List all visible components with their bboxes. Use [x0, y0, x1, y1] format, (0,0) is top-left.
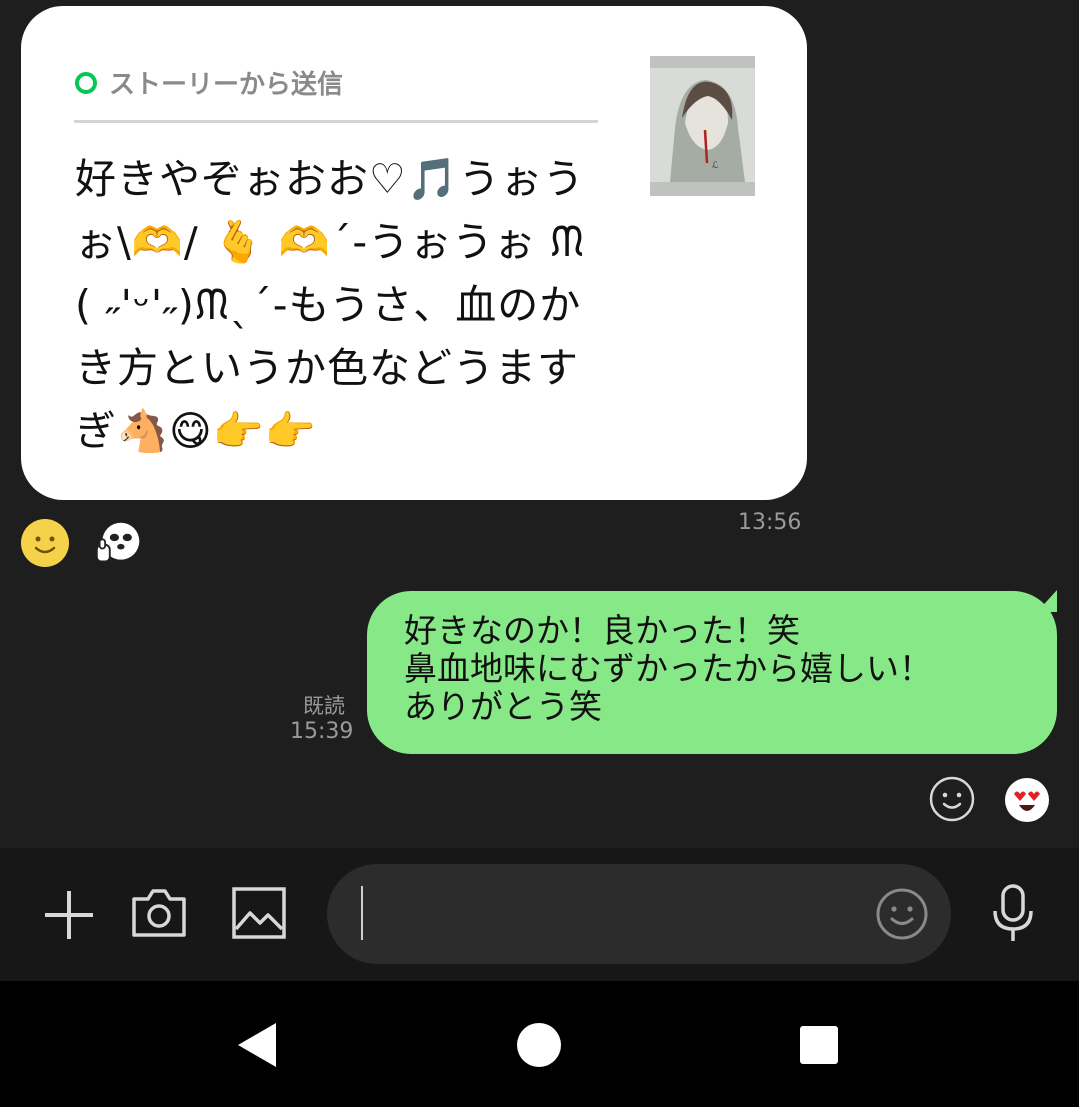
incoming-timestamp: 13:56: [738, 510, 802, 535]
plus-icon[interactable]: [40, 886, 98, 944]
story-divider: [74, 120, 598, 123]
outgoing-message-text: 好きなのか！良かった！笑 鼻血地味にむずかったから嬉しい！ ありがとう笑: [404, 611, 932, 726]
recents-icon[interactable]: [799, 1025, 839, 1065]
story-source-header: ストーリーから送信: [75, 64, 343, 101]
image-icon[interactable]: [229, 884, 289, 942]
outgoing-bubble-tail: [1037, 590, 1057, 612]
smiley-face-icon[interactable]: [21, 519, 69, 567]
story-source-label: ストーリーから送信: [109, 70, 344, 100]
message-input-field[interactable]: [327, 864, 951, 964]
chat-area[interactable]: ストーリーから送信 ℒ 好きやぞぉおお♡🎵うぉうぉ\🫶/ 🫰 🫶ˊ-うぉうぉ ᙏ…: [0, 0, 1079, 848]
incoming-message-text: 好きやぞぉおお♡🎵うぉうぉ\🫶/ 🫰 🫶ˊ-うぉうぉ ᙏ( ˶'ᵕ'˶)ᙏˎˊ-…: [75, 155, 586, 455]
svg-text:ℒ: ℒ: [712, 161, 718, 171]
add-reaction-icon[interactable]: [928, 775, 976, 823]
camera-icon[interactable]: [128, 884, 190, 942]
heart-eyes-reaction-icon[interactable]: [1004, 777, 1050, 823]
incoming-message-bubble[interactable]: ストーリーから送信 ℒ 好きやぞぉおお♡🎵うぉうぉ\🫶/ 🫰 🫶ˊ-うぉうぉ ᙏ…: [21, 6, 807, 500]
home-icon[interactable]: [516, 1022, 562, 1068]
text-cursor: [361, 886, 363, 940]
panda-sticker-icon[interactable]: [95, 519, 143, 567]
story-ring-icon: [75, 71, 97, 94]
story-thumbnail[interactable]: ℒ: [650, 56, 755, 196]
back-icon[interactable]: [236, 1021, 280, 1069]
story-thumbnail-image: ℒ: [650, 68, 755, 182]
microphone-icon[interactable]: [989, 882, 1037, 946]
outgoing-timestamp: 15:39: [290, 719, 354, 744]
emoji-icon[interactable]: [875, 887, 929, 941]
read-receipt: 既読: [303, 694, 345, 718]
